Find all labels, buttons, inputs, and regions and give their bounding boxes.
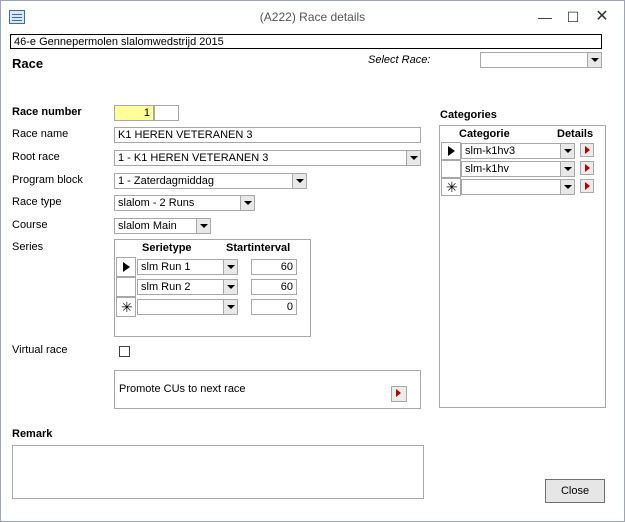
chevron-down-icon[interactable] [406, 151, 420, 165]
root-race-dropdown[interactable]: 1 - K1 HEREN VETERANEN 3 [114, 150, 421, 166]
categorie-dropdown[interactable]: slm-k1hv3 [461, 143, 575, 159]
program-block-label: Program block [12, 174, 83, 186]
course-dropdown[interactable]: slalom Main [114, 218, 211, 234]
chevron-down-icon[interactable] [560, 162, 574, 176]
virtual-race-label: Virtual race [12, 344, 68, 356]
categorie-dropdown[interactable]: slm-k1hv [461, 161, 575, 177]
window-title: (A222) Race details [259, 10, 366, 24]
new-record-icon: ✳ [121, 299, 133, 315]
chevron-down-icon[interactable] [196, 219, 210, 233]
chevron-down-icon[interactable] [240, 196, 254, 210]
record-selector[interactable] [441, 142, 461, 160]
category-details-button[interactable] [580, 161, 594, 175]
startinterval-field[interactable]: 60 [251, 259, 297, 275]
record-selector[interactable]: ✳ [441, 178, 461, 196]
chevron-down-icon[interactable] [560, 180, 574, 194]
race-type-dropdown[interactable]: slalom - 2 Runs [114, 195, 255, 211]
record-selector-icon [448, 146, 455, 156]
chevron-down-icon[interactable] [223, 300, 237, 314]
root-race-label: Root race [12, 151, 60, 163]
serietype-header: Serietype [142, 242, 192, 254]
race-number-label: Race number [12, 106, 82, 118]
startinterval-header: Startinterval [226, 242, 291, 254]
startinterval-field[interactable]: 60 [251, 279, 297, 295]
virtual-race-checkbox[interactable] [119, 346, 130, 357]
categories-subform: Categorie Details slm-k1hv3 slm-k1hv ✳ [439, 125, 606, 408]
race-name-label: Race name [12, 128, 69, 140]
details-header: Details [557, 128, 594, 140]
categories-title: Categories [440, 109, 497, 121]
series-subform: Serietype Startinterval slm Run 1 60 slm… [114, 239, 311, 337]
maximize-button[interactable]: ☐ [562, 7, 584, 27]
course-label: Course [12, 219, 48, 231]
remark-field[interactable] [12, 445, 424, 499]
event-name-field: 46-e Gennepermolen slalomwedstrijd 2015 [10, 34, 602, 49]
program-block-dropdown[interactable]: 1 - Zaterdagmiddag [114, 173, 307, 189]
race-name-field[interactable]: K1 HEREN VETERANEN 3 [114, 127, 421, 143]
new-record-icon: ✳ [446, 179, 458, 195]
form-body: 46-e Gennepermolen slalomwedstrijd 2015 … [4, 31, 621, 520]
record-selector[interactable]: ✳ [116, 297, 136, 317]
record-selector[interactable] [116, 257, 136, 277]
record-selector-icon [123, 262, 130, 272]
series-label: Series [12, 241, 44, 253]
chevron-down-icon[interactable] [587, 53, 601, 67]
promote-panel: Promote CUs to next race [114, 370, 421, 409]
serietype-dropdown[interactable] [137, 299, 238, 315]
categorie-dropdown[interactable] [461, 179, 575, 195]
serietype-dropdown[interactable]: slm Run 2 [137, 279, 238, 295]
race-type-label: Race type [12, 196, 62, 208]
chevron-down-icon[interactable] [223, 280, 237, 294]
record-selector[interactable] [441, 160, 461, 178]
remark-label: Remark [12, 428, 53, 440]
select-race-label: Select Race: [368, 54, 431, 66]
close-button[interactable]: Close [545, 479, 605, 503]
chevron-down-icon[interactable] [223, 260, 237, 274]
title-bar: (A222) Race details — ☐ ✕ [1, 1, 624, 33]
close-window-button[interactable]: ✕ [591, 7, 613, 27]
window: (A222) Race details — ☐ ✕ 46-e Genneperm… [0, 0, 625, 522]
section-title: Race [12, 56, 44, 71]
category-details-button[interactable] [580, 179, 594, 193]
category-details-button[interactable] [580, 143, 594, 157]
categorie-header: Categorie [459, 128, 510, 140]
minimize-button[interactable]: — [534, 7, 556, 27]
record-selector[interactable] [116, 277, 136, 297]
startinterval-field[interactable]: 0 [251, 299, 297, 315]
serietype-dropdown[interactable]: slm Run 1 [137, 259, 238, 275]
promote-label: Promote CUs to next race [119, 383, 246, 395]
chevron-down-icon[interactable] [560, 144, 574, 158]
race-number-extra [154, 105, 179, 121]
race-number-field[interactable]: 1 [114, 105, 154, 121]
select-race-dropdown[interactable] [480, 52, 602, 68]
promote-button[interactable] [391, 386, 407, 402]
chevron-down-icon[interactable] [292, 174, 306, 188]
